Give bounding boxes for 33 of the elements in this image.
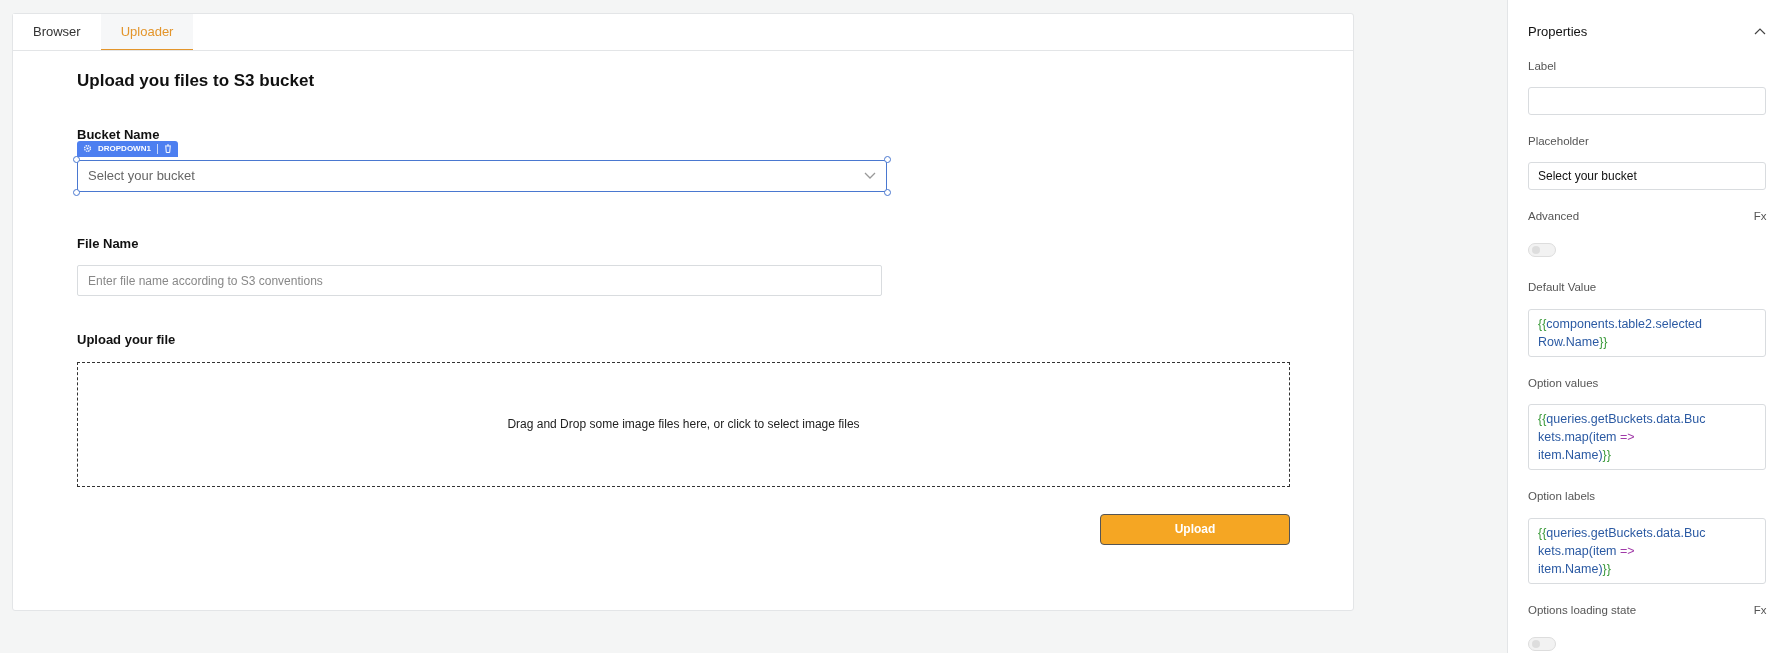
field-label: Upload your file [77,331,177,350]
field-label: Options loading state [1528,603,1637,618]
field-label: File Name [77,234,140,253]
toggle-switch[interactable] [1528,243,1556,258]
field-label: Advanced [1528,209,1580,224]
code-editor[interactable]: {{components.table2.selected Row.Name}} [1528,308,1767,357]
widget-tag[interactable]: DROPDOWN1 [77,140,178,157]
text-input[interactable]: Select your bucket [1528,162,1767,190]
trash-icon[interactable] [163,144,172,154]
drop-zone-text: Drag and Drop some image files here, or click to select image files [507,416,860,434]
code-editor[interactable]: {{queries.getBuckets.data.Buc kets.map(item => item.Name)}} [1528,404,1767,471]
toggle-switch[interactable] [1528,637,1556,652]
field-label: Option labels [1528,489,1596,505]
resize-handle[interactable] [73,188,80,196]
resize-handle[interactable] [73,155,80,163]
fx-label[interactable]: Fx [1753,602,1767,620]
field-label: Label [1528,58,1557,74]
settings-icon[interactable] [83,144,92,154]
field-label: Placeholder [1528,133,1589,149]
code-editor[interactable]: {{queries.getBuckets.data.Buc kets.map(item => item.Name)}} [1528,517,1767,584]
drop-zone[interactable]: Drag and Drop some image files here, or click to select image files [77,361,1290,487]
panel-title: Properties [1528,23,1588,41]
form-title: Upload you files to S3 bucket [77,71,316,92]
resize-handle[interactable] [884,155,891,163]
resize-handle[interactable] [884,188,891,196]
chevron-down-icon [864,171,876,180]
field-label: Option values [1528,375,1599,391]
chevron-up-icon[interactable] [1754,28,1767,36]
fx-label[interactable]: Fx [1753,208,1767,226]
text-input[interactable] [1528,86,1767,115]
text-input[interactable]: Enter file name according to S3 conventions [77,265,882,297]
dropdown-field[interactable]: Select your bucket [77,159,887,192]
field-label: Default Value [1528,280,1597,296]
